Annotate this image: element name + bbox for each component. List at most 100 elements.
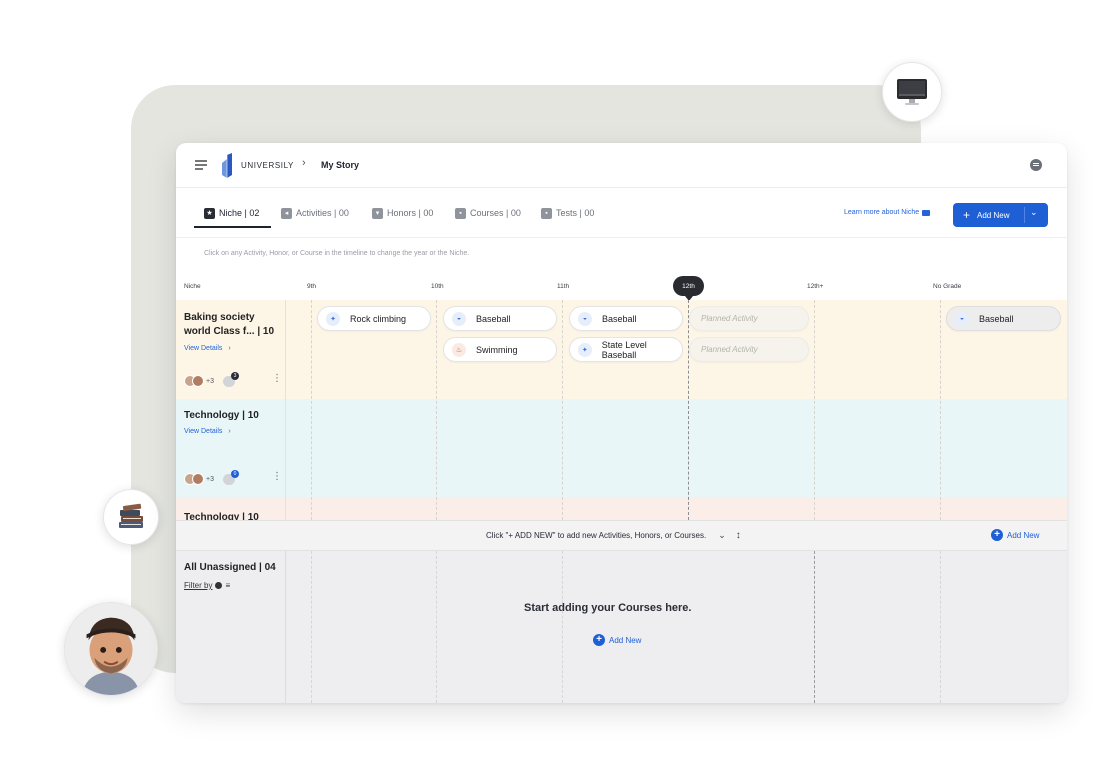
view-details-label: View Details — [184, 345, 223, 352]
activity-icon: ◒ — [578, 311, 592, 326]
avatar — [192, 375, 204, 387]
planned-activity-pill[interactable]: Planned Activity — [689, 306, 809, 331]
divider-hint-text: Click "+ ADD NEW" to add new Activities,… — [486, 531, 707, 540]
grid-line — [436, 551, 437, 703]
view-details-link[interactable]: View Details › — [184, 345, 231, 352]
activity-icon: ♨ — [452, 342, 466, 357]
divider — [1024, 207, 1025, 223]
activity-pill[interactable]: ♨ Swimming — [443, 337, 557, 362]
monitor-badge — [882, 62, 942, 122]
activity-pill[interactable]: ✦ Rock climbing — [317, 306, 431, 331]
collaborator-avatars[interactable]: +3 0 — [184, 469, 239, 485]
unassigned-title: All Unassigned | 04 — [184, 562, 276, 573]
activity-pill[interactable]: ✦ State Level Baseball — [569, 337, 683, 362]
niche-title-line2: world Class f... | 10 — [184, 326, 275, 337]
add-new-button[interactable]: + Add New ⌄ — [953, 203, 1048, 227]
add-new-label: Add New — [977, 210, 1010, 220]
user-avatar-icon — [65, 603, 157, 695]
activity-pill[interactable]: ◒ Baseball — [946, 306, 1061, 331]
tab-activities[interactable]: ◂ Activities | 00 — [281, 188, 349, 238]
niche-column-header: Niche — [184, 283, 201, 290]
video-icon — [922, 209, 931, 216]
tab-tests[interactable]: ▪ Tests | 00 — [541, 188, 594, 238]
filter-icon: ≡ — [225, 581, 231, 590]
activity-label: State Level Baseball — [601, 339, 647, 360]
current-grade-marker: 12th — [673, 276, 704, 296]
chevron-right-icon: › — [228, 345, 231, 352]
more-options-icon[interactable]: ⋮ — [272, 471, 282, 482]
tab-activities-label: Activities | 00 — [296, 208, 349, 218]
niche-title: Technology | 10 — [184, 410, 259, 421]
activity-label: Baseball — [979, 313, 1014, 324]
user-avatar-badge — [64, 602, 158, 696]
current-grade-line — [688, 300, 689, 520]
niche-row-label: Baking society world Class f... | 10 Vie… — [176, 300, 286, 399]
tab-courses[interactable]: ▪ Courses | 00 — [455, 188, 521, 238]
add-new-divider-bar: Click "+ ADD NEW" to add new Activities,… — [176, 520, 1067, 551]
comment-count-badge: 0 — [230, 469, 239, 478]
info-icon — [215, 582, 223, 589]
plus-icon: + — [963, 208, 971, 222]
activity-label: Baseball — [602, 313, 637, 324]
more-options-icon[interactable]: ⋮ — [272, 373, 282, 384]
learn-more-link[interactable]: Learn more about Niche — [844, 209, 931, 216]
grid-line — [562, 300, 563, 520]
app-window: UNIVERSILY › My Story ★ Niche | 02 ◂ Act… — [176, 143, 1067, 703]
tab-niche-label: Niche | 02 — [219, 208, 260, 218]
activity-label: Rock climbing — [350, 313, 407, 324]
empty-state-add-new-button[interactable]: + Add New — [593, 634, 641, 646]
chat-icon[interactable] — [1030, 159, 1042, 171]
niche-row-technology: Technology | 10 View Details › +3 0 ⋮ — [176, 399, 1067, 497]
universily-logo-icon[interactable] — [219, 153, 235, 178]
book-icon: ▪ — [455, 207, 466, 219]
activity-icon: ✦ — [326, 311, 340, 326]
award-icon: ▾ — [372, 207, 383, 219]
collaborator-avatars[interactable]: +3 3 — [184, 371, 239, 387]
unassigned-section: All Unassigned | 04 Filter by ≡ Start ad… — [176, 551, 1067, 703]
view-details-label: View Details — [184, 428, 223, 435]
activity-icon: ◒ — [955, 311, 969, 326]
grid-line — [562, 551, 563, 703]
books-icon — [119, 503, 143, 528]
monitor-icon — [897, 79, 927, 105]
avatar-more-count: +3 — [206, 475, 214, 483]
chevron-right-icon: › — [228, 428, 231, 435]
niche-row-technology-2: Technology | 10 — [176, 497, 1067, 523]
grade-no-grade: No Grade — [933, 283, 962, 290]
tab-niche[interactable]: ★ Niche | 02 — [204, 188, 259, 238]
activity-pill[interactable]: ◒ Baseball — [443, 306, 557, 331]
tab-honors[interactable]: ▾ Honors | 00 — [372, 188, 433, 238]
divider-hint-group[interactable]: Click "+ ADD NEW" to add new Activities,… — [486, 530, 741, 541]
grade-9th: 9th — [307, 283, 317, 290]
top-bar: UNIVERSILY › My Story — [176, 143, 1067, 188]
niche-title-line1: Baking society — [184, 312, 255, 323]
planned-activity-pill[interactable]: Planned Activity — [689, 337, 809, 362]
filter-by-label: Filter by — [184, 581, 213, 590]
grade-11th: 11th — [557, 283, 570, 290]
timeline-hint: Click on any Activity, Honor, or Course … — [204, 250, 470, 257]
empty-state-add-new-label: Add New — [609, 635, 642, 645]
divider-add-new-button[interactable]: + Add New — [991, 529, 1039, 541]
comment-icon[interactable]: 3 — [222, 371, 239, 387]
learn-more-label: Learn more about Niche — [844, 209, 920, 216]
empty-state-title: Start adding your Courses here. — [524, 602, 692, 614]
hamburger-menu-icon[interactable] — [195, 160, 207, 170]
brand-name: UNIVERSILY — [241, 161, 294, 170]
star-icon: ★ — [204, 207, 215, 219]
activity-icon: ◒ — [452, 311, 466, 326]
tab-active-underline — [194, 226, 271, 228]
grade-12th: 12th — [682, 282, 695, 290]
add-circle-icon: + — [991, 529, 1003, 541]
resize-vertical-icon[interactable]: ↕ — [736, 530, 741, 541]
grid-line — [940, 300, 941, 520]
view-details-link[interactable]: View Details › — [184, 428, 231, 435]
activity-pill[interactable]: ◒ Baseball — [569, 306, 683, 331]
add-circle-icon: + — [593, 634, 605, 646]
comment-icon[interactable]: 0 — [222, 469, 239, 485]
planned-activity-label: Planned Activity — [701, 314, 758, 323]
niche-row-label: Technology | 10 — [176, 497, 286, 523]
filter-by-control[interactable]: Filter by ≡ — [184, 581, 230, 590]
flag-icon: ◂ — [281, 207, 292, 219]
tab-honors-label: Honors | 00 — [387, 208, 434, 218]
grade-12th-plus: 12th+ — [807, 283, 824, 290]
